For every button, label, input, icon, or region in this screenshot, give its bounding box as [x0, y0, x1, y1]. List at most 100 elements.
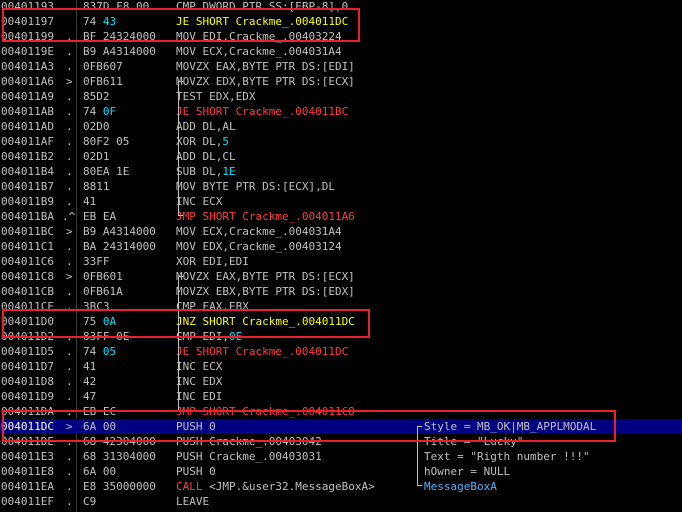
- code-row[interactable]: 004011B2. 02D1 ADD DL,CL: [0, 149, 682, 164]
- flow-marker: .: [66, 345, 73, 358]
- highlight-box: [2, 410, 616, 442]
- address: 004011A6: [1, 75, 54, 88]
- code-row[interactable]: 004011BC > B9 A4314000 MOV ECX,Crackme_.004…: [0, 224, 682, 239]
- instruction: MOVZX EAX,BYTE PTR DS:[EDI]: [176, 59, 355, 74]
- flow-marker: .: [66, 135, 73, 148]
- address: 004011A9: [1, 90, 54, 103]
- loop-bracket: [178, 276, 183, 411]
- address: 004011B9: [1, 195, 54, 208]
- address: 004011CB: [1, 285, 54, 298]
- code-row[interactable]: 004011B7. 8811 MOV BYTE PTR DS:[ECX],DL: [0, 179, 682, 194]
- code-row[interactable]: 004011C6. 33FF XOR EDI,EDI: [0, 254, 682, 269]
- hex-bytes: B9 A4314000: [83, 45, 156, 58]
- instruction: MOV ECX,Crackme_.004031A4: [176, 224, 342, 239]
- address: 004011E3: [1, 450, 54, 463]
- opcode-byte: 74: [83, 345, 103, 358]
- comment: hOwner = NULL: [424, 465, 511, 478]
- code-row[interactable]: 0040119E. B9 A4314000 MOV ECX,Crackme_.004…: [0, 44, 682, 59]
- flow-marker: .^: [62, 210, 76, 223]
- instruction: MOV BYTE PTR DS:[ECX],DL: [176, 179, 335, 194]
- address: 004011B7: [1, 180, 54, 193]
- code-row[interactable]: 004011A9. 85D2 TEST EDX,EDX: [0, 89, 682, 104]
- hex-bytes: 0FB611: [83, 75, 123, 88]
- instruction: MOV EDX,Crackme_.00403124: [176, 239, 342, 254]
- hex-bytes: 33FF: [83, 255, 110, 268]
- comment: Text = "Rigth number !!!": [424, 450, 590, 463]
- hex-bytes: 02D1: [83, 150, 110, 163]
- hex-bytes: EB EA: [83, 210, 117, 223]
- loop-bracket: [178, 81, 183, 216]
- address: 004011A3: [1, 60, 54, 73]
- hex-bytes: 74 0F: [83, 104, 116, 119]
- instruction-part: SUB DL,: [176, 165, 223, 178]
- address: 004011C6: [1, 255, 54, 268]
- instruction-part: XOR EDI,EDI: [176, 255, 249, 268]
- instruction-part: LEAVE: [176, 495, 210, 508]
- address: 004011C1: [1, 240, 54, 253]
- code-row[interactable]: 004011A6 >0FB611 MOVZX EDX,BYTE PTR DS:[EC…: [0, 74, 682, 89]
- instruction-part: JE SHORT Crackme_.004011DC: [176, 345, 349, 358]
- flow-marker: .: [66, 465, 73, 478]
- code-row[interactable]: 004011D9. 47 INC EDI: [0, 389, 682, 404]
- code-row[interactable]: 004011EF. C9 LEAVE: [0, 494, 682, 509]
- code-row[interactable]: 004011D7. 41 INC ECX: [0, 359, 682, 374]
- code-row[interactable]: 004011B4. 80EA 1E SUB DL,1E: [0, 164, 682, 179]
- instruction-part: PUSH Crackme_.00403031: [176, 450, 322, 463]
- hex-bytes: 0FB61A: [83, 285, 123, 298]
- hex-bytes: 02D0: [83, 120, 110, 133]
- address: 004011B4: [1, 165, 54, 178]
- code-row[interactable]: 004011A3. 0FB607 MOVZX EAX,BYTE PTR DS:[ED…: [0, 59, 682, 74]
- address: 004011EF: [1, 495, 54, 508]
- code-row[interactable]: 004011E8. 6A 00 PUSH 0 hOwner = NULL: [0, 464, 682, 479]
- instruction-part: MOV BYTE PTR DS:[ECX],DL: [176, 180, 335, 193]
- instruction: PUSH Crackme_.00403031: [176, 449, 322, 464]
- hex-bytes: 80EA 1E: [83, 165, 130, 178]
- code-row[interactable]: 004011C1. BA 24314000 MOV EDX,Crackme_.004…: [0, 239, 682, 254]
- flow-marker: .: [66, 450, 73, 463]
- flow-marker: .: [66, 390, 73, 403]
- instruction: MOVZX EDX,BYTE PTR DS:[ECX]: [176, 74, 355, 89]
- instruction: INC ECX: [176, 194, 222, 209]
- code-row[interactable]: 004011E3. 68 31304000 PUSH Crackme_.004030…: [0, 449, 682, 464]
- address: 004011D5: [1, 345, 54, 358]
- hex-bytes: 8811: [83, 180, 110, 193]
- instruction-part: MOV ECX,Crackme_.004031A4: [176, 225, 342, 238]
- code-row[interactable]: 004011AD. 02D0 ADD DL,AL: [0, 119, 682, 134]
- comment: MessageBoxA: [424, 480, 497, 493]
- instruction-part: INC ECX: [176, 360, 223, 373]
- instruction: MOVZX EBX,BYTE PTR DS:[EDX]: [176, 284, 355, 299]
- instruction-part: JE SHORT Crackme_.004011BC: [176, 105, 349, 118]
- instruction: JE SHORT Crackme_.004011BC: [176, 104, 348, 119]
- code-row[interactable]: 004011C8 >0FB601 MOVZX EAX,BYTE PTR DS:[EC…: [0, 269, 682, 284]
- code-row[interactable]: 004011EA. E8 35000000 CALL <JMP.&user32.Me…: [0, 479, 682, 494]
- hex-bytes: 41: [83, 360, 97, 373]
- disassembly-pane[interactable]: 00401193. 837D F8 00 CMP DWORD PTR SS:[EBP…: [0, 0, 682, 512]
- instruction-part: <JMP.&user32.MessageBoxA>: [209, 480, 375, 493]
- instruction: SUB DL,1E: [176, 164, 236, 179]
- hex-bytes: B9 A4314000: [83, 225, 156, 238]
- address: 004011AF: [1, 135, 54, 148]
- hex-bytes: E8 35000000: [83, 480, 156, 493]
- code-row[interactable]: 004011AF. 80F2 05 XOR DL,5: [0, 134, 682, 149]
- instruction: MOV ECX,Crackme_.004031A4: [176, 44, 342, 59]
- instruction: LEAVE: [176, 494, 209, 509]
- code-row[interactable]: 004011CB. 0FB61A MOVZX EBX,BYTE PTR DS:[ED…: [0, 284, 682, 299]
- instruction-part: MOV ECX,Crackme_.004031A4: [176, 45, 342, 58]
- flow-marker: .: [66, 240, 73, 253]
- code-row[interactable]: 004011BA .^ EB EA JMP SHORT Crackme_.004011…: [0, 209, 682, 224]
- code-row[interactable]: 004011AB. 74 0F JE SHORT Crackme_.004011BC: [0, 104, 682, 119]
- instruction-part: CALL: [176, 480, 210, 493]
- code-row[interactable]: 004011D5. 74 05 JE SHORT Crackme_.004011DC: [0, 344, 682, 359]
- flow-marker: .: [66, 120, 73, 133]
- flow-marker: >: [66, 270, 73, 283]
- hex-bytes: 42: [83, 375, 97, 388]
- instruction: XOR DL,5: [176, 134, 229, 149]
- instruction-part: INC EDX: [176, 375, 223, 388]
- code-row[interactable]: 004011B9. 41 INC ECX: [0, 194, 682, 209]
- flow-marker: .: [66, 360, 73, 373]
- instruction: JMP SHORT Crackme_.004011A6: [176, 209, 355, 224]
- hex-bytes: 6A 00: [83, 465, 117, 478]
- instruction-part: ADD DL,AL: [176, 120, 236, 133]
- code-row[interactable]: 004011D8. 42 INC EDX: [0, 374, 682, 389]
- flow-marker: .: [66, 495, 73, 508]
